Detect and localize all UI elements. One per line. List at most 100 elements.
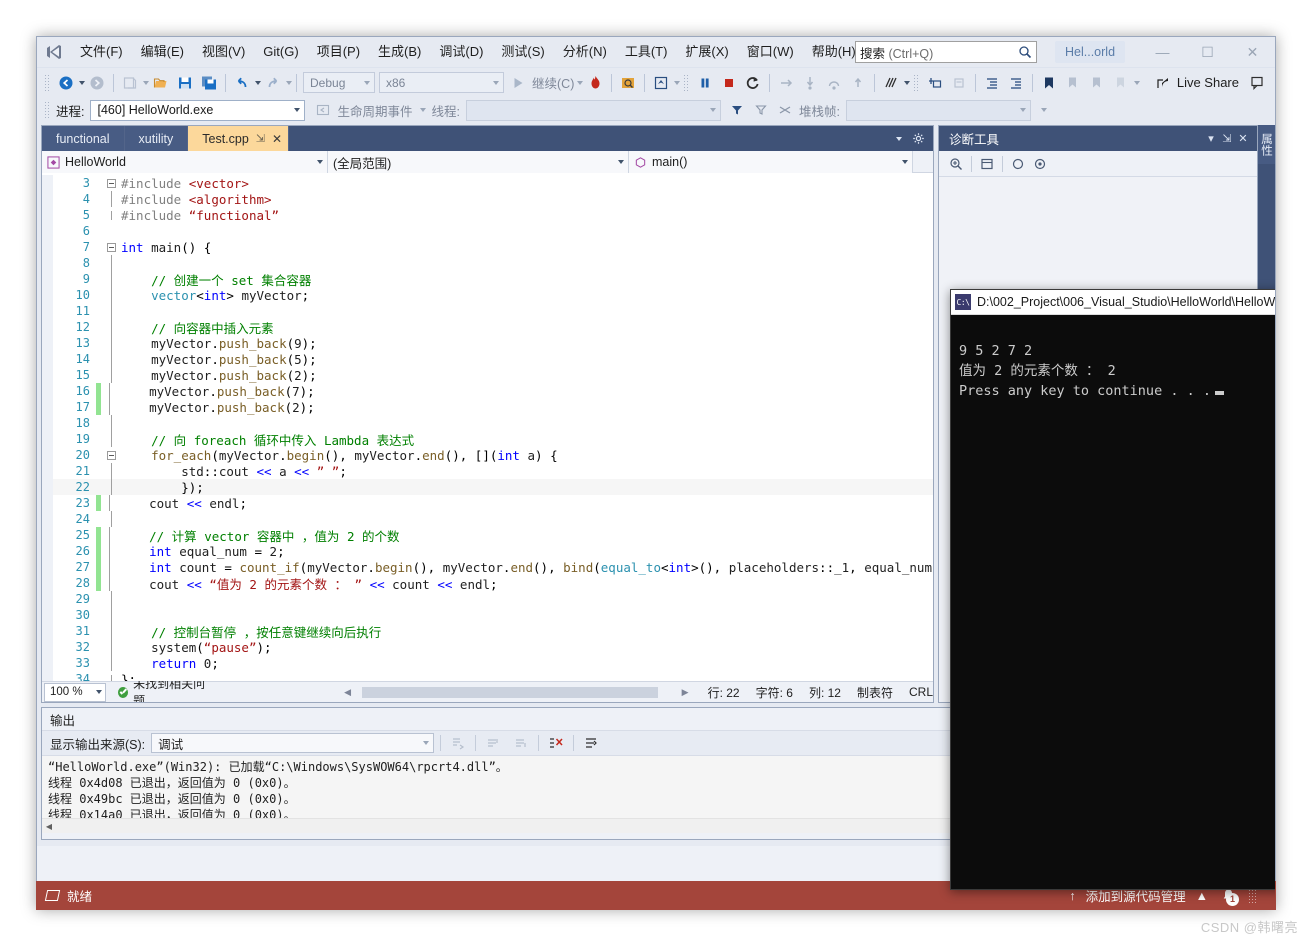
code-text[interactable]: for_each(myVector.begin(), myVector.end(… <box>119 448 933 463</box>
show-next-statement-icon[interactable] <box>774 71 798 95</box>
fold-margin[interactable] <box>103 367 119 383</box>
toggle-word-wrap-icon[interactable] <box>580 733 602 753</box>
code-line[interactable]: 13 myVector.push_back(9); <box>42 335 933 351</box>
code-text[interactable]: cout << “值为 2 的元素个数 ： ” << count << endl… <box>117 574 933 593</box>
code-text[interactable]: }); <box>119 480 933 495</box>
gear-icon[interactable] <box>912 132 925 145</box>
menu-item-project[interactable]: 项目(P) <box>308 41 369 63</box>
navigate-backward-icon[interactable] <box>54 71 78 95</box>
code-line[interactable]: 10 vector<int> myVector; <box>42 287 933 303</box>
fold-margin[interactable] <box>103 450 119 460</box>
selection-margin[interactable] <box>42 415 53 431</box>
redo-dropdown-icon[interactable] <box>286 80 292 85</box>
selection-margin[interactable] <box>42 559 53 575</box>
scroll-track[interactable] <box>354 686 679 698</box>
menu-item-tools[interactable]: 工具(T) <box>616 41 677 63</box>
start-debug-icon[interactable] <box>506 71 530 95</box>
selection-margin[interactable] <box>42 639 53 655</box>
toolbar-grip[interactable] <box>683 73 691 92</box>
maximize-button[interactable]: ☐ <box>1185 37 1230 67</box>
selection-margin[interactable] <box>42 511 53 527</box>
code-text[interactable]: return 0; <box>119 656 933 671</box>
live-share-button[interactable]: Live Share <box>1156 75 1245 91</box>
next-bookmark-icon[interactable] <box>1085 71 1109 95</box>
code-line[interactable]: 21 std::cout << a << ” ”; <box>42 463 933 479</box>
collapse-icon[interactable] <box>106 450 116 460</box>
resize-grip[interactable] <box>1248 888 1256 903</box>
code-text[interactable]: vector<int> myVector; <box>119 288 933 303</box>
selection-margin[interactable] <box>42 623 53 639</box>
close-icon[interactable]: ✕ <box>272 132 282 146</box>
continue-label[interactable]: 继续(C) <box>530 73 576 92</box>
selection-margin[interactable] <box>42 399 53 415</box>
code-text[interactable]: int count = count_if(myVector.begin(), m… <box>117 560 933 575</box>
member-select[interactable]: main() <box>629 151 913 173</box>
selection-margin[interactable] <box>42 255 53 271</box>
code-line[interactable]: 14 myVector.push_back(5); <box>42 351 933 367</box>
code-text[interactable]: myVector.push_back(9); <box>119 336 933 351</box>
fold-margin[interactable] <box>103 191 119 207</box>
fold-margin[interactable] <box>103 431 119 447</box>
fold-margin[interactable] <box>103 178 119 188</box>
step-over-icon[interactable] <box>822 71 846 95</box>
code-text[interactable]: myVector.push_back(7); <box>117 384 933 399</box>
project-select[interactable]: HelloWorld <box>42 151 328 173</box>
selection-margin[interactable] <box>42 223 53 239</box>
selection-margin[interactable] <box>42 335 53 351</box>
new-project-icon[interactable] <box>118 71 142 95</box>
reset-view-icon[interactable] <box>1011 157 1025 171</box>
selection-margin[interactable] <box>42 383 53 399</box>
code-line[interactable]: 34}; <box>42 671 933 681</box>
tab-xutility[interactable]: xutility <box>124 126 189 151</box>
toolbar-grip[interactable] <box>44 101 51 119</box>
fold-margin[interactable] <box>103 674 119 681</box>
code-editor[interactable]: 3 #include <vector> 4 #include <algorithm> 5… <box>42 173 933 681</box>
selection-margin[interactable] <box>42 543 53 559</box>
code-text[interactable] <box>119 224 933 239</box>
minimize-button[interactable]: — <box>1140 37 1185 67</box>
show-threads-icon[interactable] <box>879 71 903 95</box>
code-text[interactable] <box>119 304 933 319</box>
code-text[interactable]: int equal_num = 2; <box>117 544 933 559</box>
selection-margin[interactable] <box>42 527 53 543</box>
scroll-left-icon[interactable]: ◀ <box>341 687 354 698</box>
scroll-right-icon[interactable]: ▶ <box>679 687 692 698</box>
code-line[interactable]: 33 return 0; <box>42 655 933 671</box>
menu-item-test[interactable]: 测试(S) <box>492 41 553 63</box>
code-line[interactable]: 29 <box>42 591 933 607</box>
decrease-indent-icon[interactable] <box>1004 71 1028 95</box>
selection-margin[interactable] <box>42 191 53 207</box>
code-text[interactable] <box>119 416 933 431</box>
selection-margin[interactable] <box>42 655 53 671</box>
code-line[interactable]: 15 myVector.push_back(2); <box>42 367 933 383</box>
live-visual-tree-icon[interactable] <box>616 71 640 95</box>
fold-margin[interactable] <box>103 319 119 335</box>
collapse-icon[interactable] <box>106 178 116 188</box>
selection-margin[interactable] <box>42 463 53 479</box>
fold-margin[interactable] <box>103 607 119 623</box>
toolbar-grip[interactable] <box>913 73 921 92</box>
selection-margin[interactable] <box>42 303 53 319</box>
fold-margin[interactable] <box>103 639 119 655</box>
comment-selection-icon[interactable] <box>923 71 947 95</box>
step-out-icon[interactable] <box>846 71 870 95</box>
thread-select[interactable] <box>465 99 721 121</box>
fold-margin[interactable] <box>103 591 119 607</box>
open-file-icon[interactable] <box>149 71 173 95</box>
menu-item-extensions[interactable]: 扩展(X) <box>676 41 737 63</box>
code-text[interactable]: #include “functional” <box>119 208 933 223</box>
menu-item-view[interactable]: 视图(V) <box>193 41 254 63</box>
code-line[interactable]: 6 <box>42 223 933 239</box>
code-text[interactable]: // 控制台暂停 ，按任意键继续向后执行 <box>119 622 933 641</box>
code-text[interactable]: // 创建一个 set 集合容器 <box>119 270 933 289</box>
active-files-dropdown-icon[interactable] <box>896 136 902 141</box>
code-line[interactable]: 22 }); <box>42 479 933 495</box>
editor-horizontal-scrollbar[interactable]: ◀ ▶ <box>341 684 692 700</box>
code-line[interactable]: 16 myVector.push_back(7); <box>42 383 933 399</box>
feedback-icon[interactable] <box>1245 71 1269 95</box>
lifecycle-events-label[interactable]: 生命周期事件 <box>337 101 412 120</box>
process-select[interactable]: [460] HelloWorld.exe <box>90 99 306 121</box>
code-text[interactable]: myVector.push_back(5); <box>119 352 933 367</box>
code-line[interactable]: 7 int main() { <box>42 239 933 255</box>
fold-margin[interactable] <box>101 575 117 591</box>
